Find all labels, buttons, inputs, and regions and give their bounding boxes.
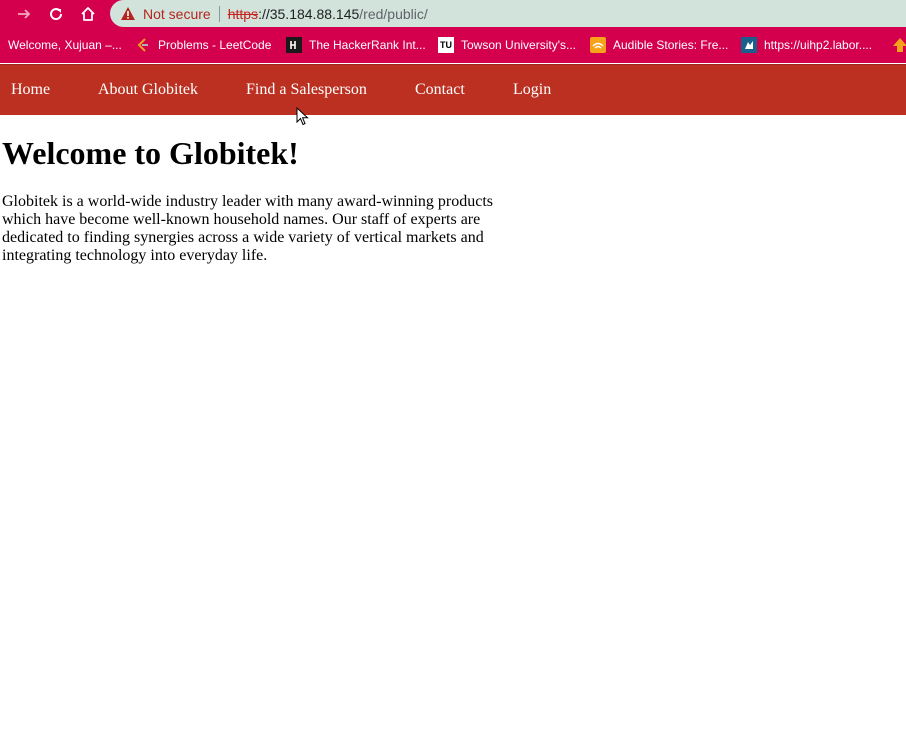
home-button[interactable] (72, 0, 104, 27)
nys-icon (741, 37, 757, 53)
bookmark-label: https://uihp2.labor.... (764, 38, 873, 52)
arrow-right-icon (18, 8, 31, 19)
bookmark-overflow[interactable] (892, 27, 906, 63)
page-title: Welcome to Globitek! (2, 135, 299, 171)
bookmark-label: Welcome, Xujuan –... (8, 38, 122, 52)
arrow-up-icon (892, 37, 906, 53)
mouse-cursor-icon (296, 107, 309, 126)
bookmark-leetcode[interactable]: Problems - LeetCode (135, 27, 271, 63)
bookmark-audible[interactable]: Audible Stories: Fre... (590, 27, 728, 63)
hackerrank-icon (286, 37, 302, 53)
audible-icon (590, 37, 606, 53)
intro-paragraph: Globitek is a world-wide industry leader… (2, 193, 493, 264)
home-icon (81, 6, 95, 21)
main-content: Welcome to Globitek! Globitek is a world… (2, 114, 502, 265)
reload-button[interactable] (40, 0, 72, 27)
security-label[interactable]: Not secure (143, 6, 211, 22)
bookmark-welcome[interactable]: Welcome, Xujuan –... (8, 27, 122, 63)
nav-about-globitek[interactable]: About Globitek (98, 65, 198, 115)
nav-contact[interactable]: Contact (415, 65, 465, 115)
warning-icon[interactable] (120, 6, 136, 22)
bookmark-towson[interactable]: TU Towson University's... (438, 27, 576, 63)
bookmark-label: Towson University's... (461, 38, 576, 52)
bookmark-label: Audible Stories: Fre... (613, 38, 729, 52)
forward-button[interactable] (8, 0, 40, 27)
url-text[interactable]: https://35.184.88.145/red/public/ (228, 6, 428, 22)
reload-icon (50, 7, 63, 20)
url-scheme: https (227, 5, 259, 22)
nav-login[interactable]: Login (513, 65, 551, 115)
bookmark-hackerrank[interactable]: The HackerRank Int... (286, 27, 426, 63)
nav-home[interactable]: Home (11, 65, 50, 115)
site-nav: Home About Globitek Find a Salesperson C… (0, 64, 906, 115)
url-path: /red/public/ (359, 5, 428, 22)
bookmarks-bar: Welcome, Xujuan –... Problems - LeetCode… (0, 27, 906, 63)
bookmark-labor[interactable]: https://uihp2.labor.... (741, 27, 872, 63)
browser-toolbar: Not secure https://35.184.88.145/red/pub… (0, 0, 906, 27)
url-host: ://35.184.88.145 (258, 5, 360, 22)
towson-icon: TU (438, 37, 454, 53)
bookmark-label: Problems - LeetCode (158, 38, 272, 52)
leetcode-icon (135, 37, 151, 53)
towson-logo-text: TU (440, 40, 452, 50)
address-bar[interactable]: Not secure https://35.184.88.145/red/pub… (110, 0, 906, 27)
omnibox-divider (218, 5, 220, 22)
bookmark-label: The HackerRank Int... (309, 38, 426, 52)
